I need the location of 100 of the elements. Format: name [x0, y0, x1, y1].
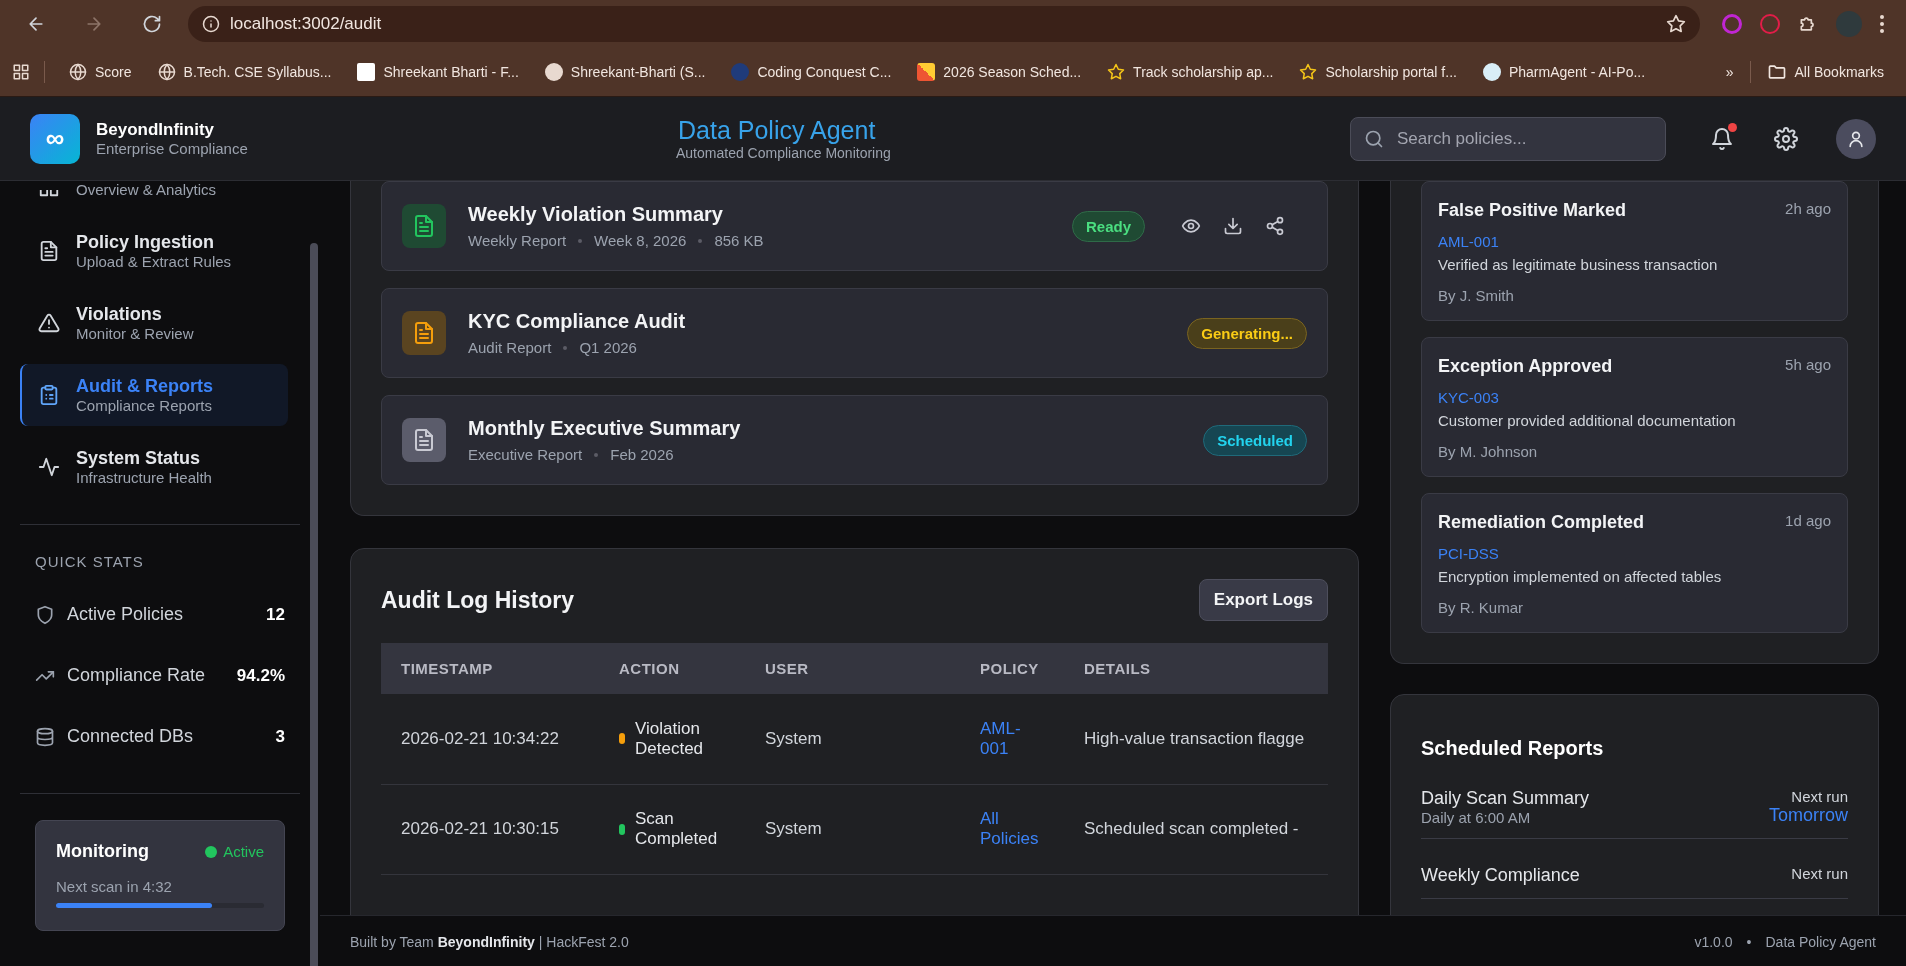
- stat-value: 94.2%: [236, 665, 285, 686]
- activity-time: 1d ago: [1785, 512, 1831, 531]
- column-header: DETAILS: [1064, 643, 1328, 694]
- activity-title: False Positive Marked: [1438, 200, 1627, 221]
- more-bookmarks-button[interactable]: »: [1715, 59, 1744, 84]
- bookmark[interactable]: Track scholarship ap...: [1097, 58, 1284, 85]
- report-meta: Q1 2026: [579, 339, 637, 356]
- nav-item[interactable]: Overview & Analytics: [20, 181, 288, 210]
- card-title: Audit Log History: [381, 586, 574, 614]
- database-icon: [35, 726, 55, 747]
- activity-author: By J. Smith: [1438, 287, 1515, 304]
- column-header: TIMESTAMP: [381, 643, 599, 694]
- pulse-icon: [38, 456, 60, 478]
- footer-credit: Built by Team BeyondInfinity | HackFest 2.0: [350, 933, 629, 950]
- apps-grid-icon: [12, 62, 30, 81]
- warning-icon: [38, 312, 60, 334]
- action-cell: Scan Completed: [599, 784, 745, 874]
- all-bookmarks-folder[interactable]: All Bookmarks: [1756, 57, 1894, 86]
- policy-link[interactable]: KYC-003: [1438, 389, 1831, 406]
- policy-link[interactable]: AML-001: [960, 694, 1064, 784]
- globe-icon: [157, 62, 176, 81]
- bookmark[interactable]: Score: [59, 58, 142, 85]
- next-run-label: Next run: [1791, 865, 1848, 882]
- document-icon: [412, 214, 436, 238]
- bookmark[interactable]: B.Tech. CSE Syllabus...: [147, 58, 342, 85]
- app-title: Data Policy Agent: [678, 116, 876, 145]
- document-icon: [412, 321, 436, 345]
- nav-item[interactable]: Audit & Reports Compliance Reports: [20, 364, 288, 426]
- schedule-name: Daily Scan Summary: [1421, 788, 1590, 809]
- policy-link[interactable]: All Policies: [960, 784, 1064, 874]
- nav-item[interactable]: Policy Ingestion Upload & Extract Rules: [20, 220, 288, 282]
- report-meta: Week 8, 2026: [594, 232, 687, 249]
- bookmark[interactable]: 2026 Season Sched...: [907, 58, 1092, 85]
- separator-dot: •: [1746, 933, 1752, 950]
- status-badge: Generating...: [1187, 317, 1307, 349]
- reload-icon: [142, 13, 162, 34]
- footer-app-name: Data Policy Agent: [1765, 933, 1876, 950]
- separator-dot: [594, 452, 599, 457]
- report-meta: Weekly Report: [468, 232, 567, 249]
- bookmark-star-icon: [1666, 13, 1686, 34]
- activity-note: Verified as legitimate business transaction: [1438, 256, 1719, 273]
- status-badge: Ready: [1071, 210, 1145, 242]
- share-button[interactable]: [1265, 216, 1285, 236]
- report-title: Weekly Violation Summary: [468, 203, 724, 226]
- stat-label: Compliance Rate: [67, 665, 207, 686]
- document-icon: [412, 428, 436, 452]
- search-field[interactable]: Search policies...: [1350, 116, 1666, 161]
- menu-icon[interactable]: [1880, 14, 1884, 33]
- report-meta: Audit Report: [468, 339, 552, 356]
- address-bar[interactable]: localhost:3002/audit: [188, 5, 1700, 42]
- eye-icon: [1181, 216, 1201, 236]
- bookmark[interactable]: Scholarship portal f...: [1289, 58, 1467, 85]
- bookmark[interactable]: Shreekant Bharti - F...: [347, 58, 529, 85]
- report-meta: 856 KB: [714, 232, 764, 249]
- activity-title: Remediation Completed: [1438, 512, 1645, 533]
- stat-value: 12: [266, 604, 285, 625]
- download-icon: [1223, 216, 1243, 236]
- user-cell: System: [745, 694, 960, 784]
- activity-time: 2h ago: [1785, 200, 1831, 219]
- section-heading: QUICK STATS: [35, 553, 145, 570]
- stat-label: Active Policies: [67, 604, 185, 625]
- nav-item[interactable]: Violations Monitor & Review: [20, 292, 288, 354]
- status-badge: Scheduled: [1203, 424, 1307, 456]
- bookmark[interactable]: PharmAgent - AI-Po...: [1472, 58, 1656, 85]
- timestamp-cell: 2026-02-21 10:34:22: [381, 694, 599, 784]
- scrollbar[interactable]: [310, 243, 318, 966]
- shield-icon: [35, 604, 55, 625]
- export-logs-button[interactable]: Export Logs: [1198, 579, 1328, 621]
- separator-dot: [563, 345, 568, 350]
- policy-link[interactable]: AML-001: [1438, 233, 1831, 250]
- brand-name: BeyondInfinity: [96, 119, 216, 140]
- search-icon: [1364, 128, 1384, 149]
- next-run-label: Next run: [1790, 788, 1848, 805]
- details-cell: High-value transaction flagge: [1064, 694, 1328, 784]
- star-icon: [1107, 62, 1126, 81]
- clipboard-icon: [38, 384, 60, 406]
- card-title: Scheduled Reports: [1421, 737, 1605, 760]
- version-text: v1.0.0: [1694, 933, 1733, 950]
- report-meta: Feb 2026: [610, 446, 674, 463]
- document-icon: [38, 240, 60, 262]
- activity-note: Customer provided additional documentation: [1438, 412, 1737, 429]
- stat-value: 3: [275, 726, 285, 747]
- download-button[interactable]: [1223, 216, 1243, 236]
- schedule-frequency: Daily at 6:00 AM: [1421, 809, 1532, 826]
- square-logo-icon: [357, 62, 376, 81]
- view-button[interactable]: [1181, 216, 1201, 236]
- timestamp-cell: 2026-02-21 10:30:15: [381, 784, 599, 874]
- share-icon: [1265, 216, 1285, 236]
- user-avatar-button[interactable]: [1836, 118, 1876, 159]
- activity-time: 5h ago: [1785, 356, 1831, 375]
- details-cell: Scheduled scan completed -: [1064, 784, 1328, 874]
- stat-label: Connected DBs: [67, 726, 195, 747]
- bookmark[interactable]: Coding Conquest C...: [721, 58, 902, 85]
- bookmark[interactable]: Shreekant-Bharti (S...: [534, 58, 716, 85]
- next-scan-text: Next scan in 4:32: [56, 878, 173, 895]
- activity-author: By R. Kumar: [1438, 599, 1525, 616]
- logo-icon: ∞: [30, 113, 80, 164]
- column-header: POLICY: [960, 643, 1064, 694]
- nav-item[interactable]: System Status Infrastructure Health: [20, 436, 288, 498]
- policy-link[interactable]: PCI-DSS: [1438, 545, 1831, 562]
